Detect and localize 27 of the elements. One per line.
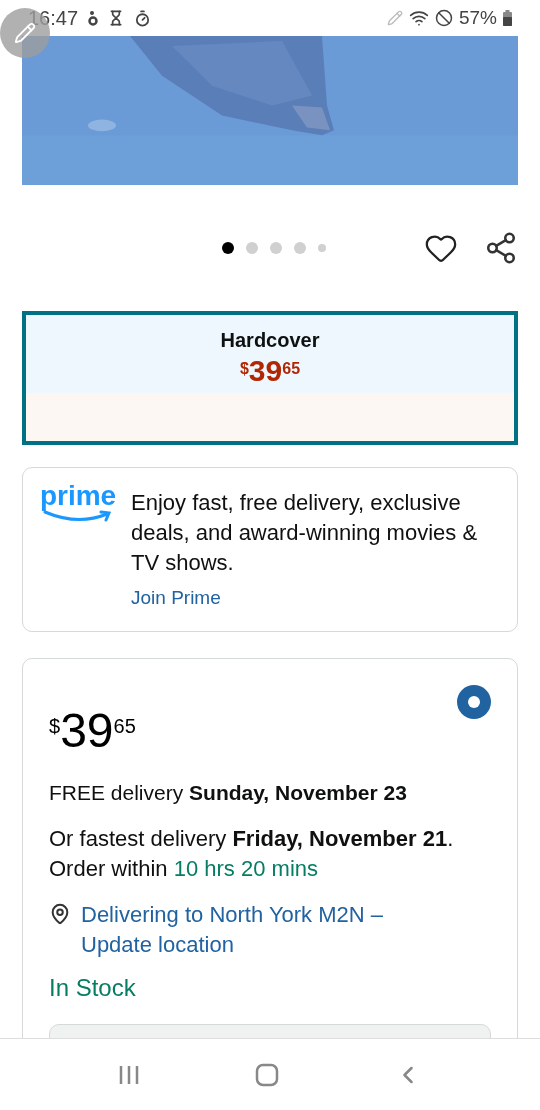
wifi-icon [408,8,429,28]
countdown-text: 10 hrs 20 mins [173,856,318,881]
home-icon[interactable] [255,1062,279,1087]
location-pin-icon [49,903,71,925]
join-prime-link[interactable]: Join Prime [131,584,507,613]
price-fraction: 65 [113,714,136,737]
price-whole: 39 [60,704,114,757]
stock-status: In Stock [49,973,137,1003]
prime-logo: prime [39,482,117,510]
delivery-text: FREE delivery Sunday, November 23 [49,779,408,806]
timer-icon [134,9,152,27]
notification-icon [88,10,99,26]
pencil-icon [386,10,403,26]
do-not-disturb-icon [434,9,453,27]
battery-icon [503,10,512,26]
price-whole: 39 [248,355,283,387]
smile-icon [43,510,113,524]
location-link[interactable]: Delivering to North York M2N – Update location [81,900,491,960]
currency-symbol: $ [239,359,249,377]
fastest-delivery-text: Or fastest delivery Friday, November 21. Order within 10 hrs 20 mins [49,825,455,883]
price-fraction: 65 [282,359,301,379]
share-icon[interactable] [484,231,518,265]
recent-apps-icon[interactable] [117,1063,140,1086]
currency-symbol: $ [49,714,61,737]
battery-percent: 57% [458,5,497,30]
prime-description: Enjoy fast, free delivery, exclusive deals, and award-winning movies & TV shows. [131,489,479,577]
radio-button[interactable] [457,684,491,719]
